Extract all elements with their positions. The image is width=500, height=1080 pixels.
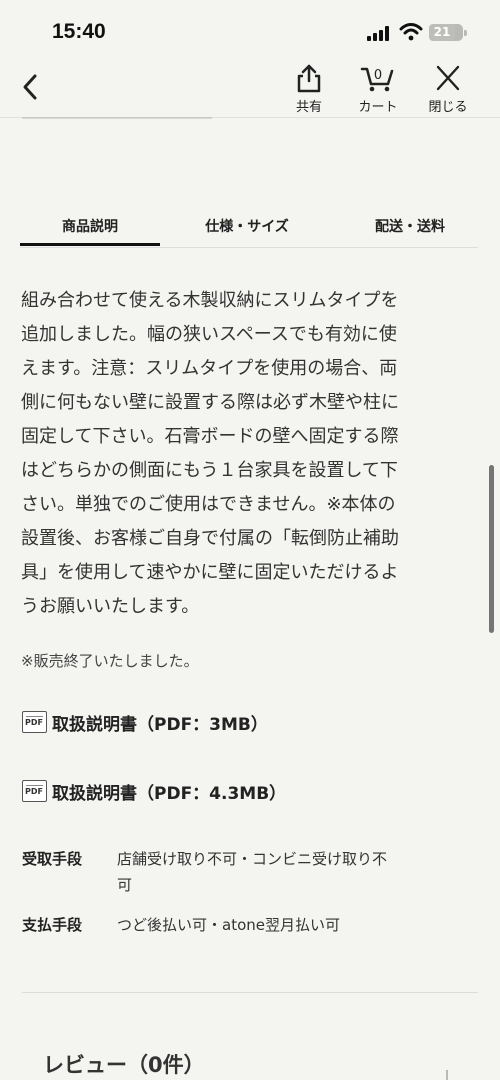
payment-method-value: つど後払い可・atone翌月払い可 [117, 916, 340, 934]
description-line: 固定して下さい。石膏ボードの壁へ固定する際 [21, 426, 399, 447]
product-description: 組み合わせて使える木製収納にスリムタイプを 追加しました。幅の狭いスペースでも有… [21, 284, 477, 624]
pdf-icon: PDF [22, 780, 47, 802]
description-line: 側に何もない壁に設置する際は必ず木壁や柱に [21, 392, 399, 413]
description-line: 追加しました。幅の狭いスペースでも有効に使 [21, 324, 397, 345]
battery-nub [464, 30, 467, 36]
receive-method-value-line: 店舗受け取り不可・コンビニ受け取り不 [117, 850, 388, 868]
manual-link-3mb[interactable]: PDF 取扱説明書（PDF：3MB） [22, 707, 268, 737]
pdf-icon: PDF [22, 711, 47, 733]
description-line: はどちらかの側面にもう１台家具を設置して下 [21, 460, 398, 481]
expand-icon[interactable] [434, 1070, 448, 1080]
receive-method-label: 受取手段 [22, 850, 83, 868]
receive-method-row: 受取手段 店舗受け取り不可・コンビニ受け取り不 可 [22, 846, 482, 900]
cart-button[interactable]: 0 カート [354, 63, 402, 117]
chevron-left-icon[interactable] [18, 72, 42, 102]
tab-specs-size[interactable]: 仕様・サイズ [182, 210, 312, 246]
status-time: 15:40 [52, 20, 106, 43]
section-divider [22, 992, 478, 993]
manual-link-4-3mb[interactable]: PDF 取扱説明書（PDF：4.3MB） [22, 776, 286, 806]
share-icon [297, 64, 321, 93]
cart-label: カート [358, 100, 398, 115]
tab-product-description[interactable]: 商品説明 [20, 210, 160, 246]
product-tabs: 商品説明 仕様・サイズ 配送・送料 [20, 210, 478, 248]
description-line: 設置後、お客様ご自身で付属の「転倒防止補助 [21, 528, 399, 549]
sold-out-notice: ※販売終了いたしました。 [21, 652, 199, 670]
manual-label: 取扱説明書（PDF：3MB） [52, 714, 268, 735]
description-line: うお願いいたします。 [21, 596, 200, 617]
scrollbar[interactable] [489, 465, 494, 633]
cart-icon: 0 [360, 67, 394, 92]
description-line: 組み合わせて使える木製収納にスリムタイプを [21, 290, 399, 311]
share-label: 共有 [295, 100, 322, 115]
status-bar: 15:40 21 [0, 0, 500, 60]
payment-method-label: 支払手段 [22, 916, 83, 934]
signal-icon [367, 26, 389, 41]
description-line: さい。単独でのご使用はできません。※本体の [21, 494, 396, 515]
battery-level: 21 [429, 24, 455, 41]
clipped-previous-text [22, 112, 212, 120]
review-title[interactable]: レビュー（0件） [43, 1050, 205, 1080]
description-line: 具」を使用して速やかに壁に固定いただけるよ [21, 562, 399, 583]
wifi-icon [399, 23, 423, 41]
close-button[interactable]: 閉じる [424, 63, 472, 117]
share-button[interactable]: 共有 [285, 63, 333, 117]
tab-shipping-fees[interactable]: 配送・送料 [342, 210, 478, 246]
cart-count: 0 [374, 68, 382, 83]
manual-label: 取扱説明書（PDF：4.3MB） [52, 783, 287, 804]
receive-method-value: 店舗受け取り不可・コンビニ受け取り不 可 [117, 846, 467, 898]
close-label: 閉じる [428, 100, 468, 115]
payment-method-row: 支払手段 つど後払い可・atone翌月払い可 [22, 912, 482, 942]
description-line: えます。注意：スリムタイプを使用の場合、両 [21, 358, 398, 379]
close-icon [436, 65, 460, 91]
receive-method-value-line: 可 [117, 876, 133, 894]
top-navigation: 共有 0 カート 閉じる [0, 60, 500, 118]
battery-icon: 21 [429, 24, 463, 41]
